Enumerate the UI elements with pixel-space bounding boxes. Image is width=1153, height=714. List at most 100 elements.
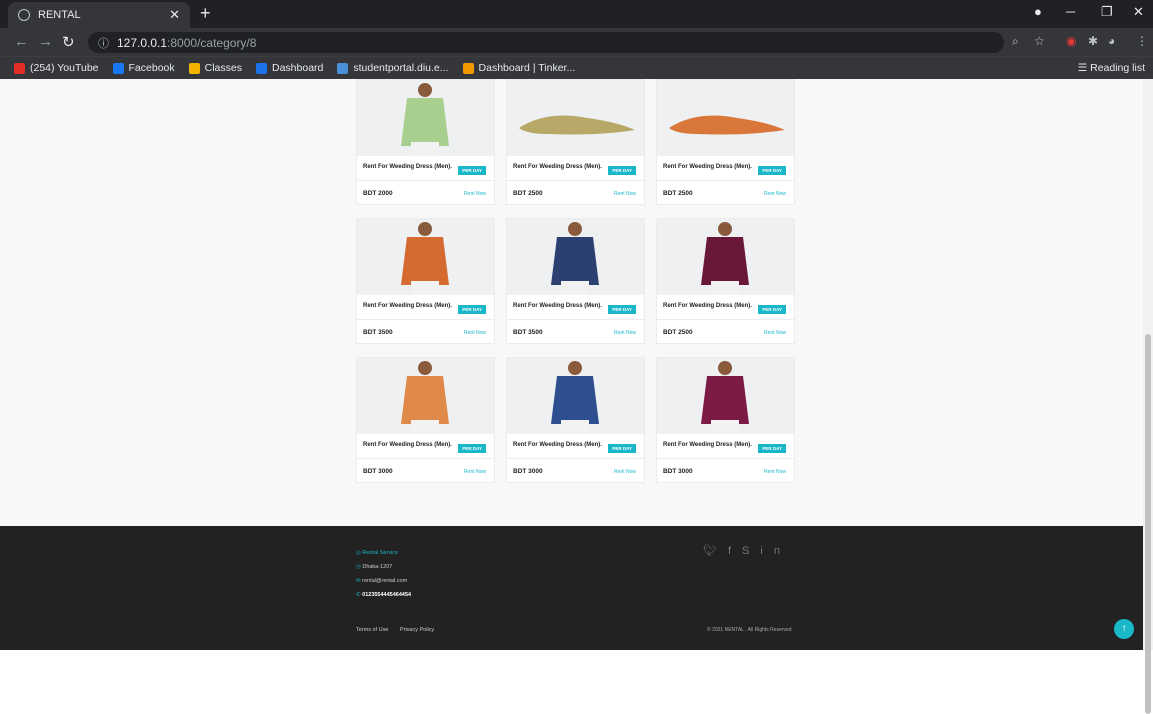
reading-list-button[interactable]: ☰ Reading list (1078, 62, 1145, 74)
footer-address: Dhaka-1207 (362, 564, 393, 570)
product-title[interactable]: Rent For Weeding Dress (Men). (513, 303, 605, 309)
extensions-icon[interactable]: ✱ (1088, 34, 1098, 48)
per-day-badge: PER DAY (758, 305, 786, 314)
product-title[interactable]: Rent For Weeding Dress (Men). (513, 442, 605, 448)
product-image[interactable] (357, 219, 494, 295)
bookmark-item[interactable]: studentportal.diu.e... (337, 62, 449, 74)
product-image[interactable] (357, 80, 494, 156)
linkedin-icon[interactable]: in (760, 545, 791, 557)
product-price: BDT 2500 (513, 190, 543, 197)
product-image[interactable] (657, 219, 794, 295)
reading-list-label: Reading list (1090, 62, 1145, 74)
product-title[interactable]: Rent For Weeding Dress (Men). (663, 164, 755, 170)
product-card[interactable]: Rent For Weeding Dress (Men). PER DAY BDT … (656, 79, 795, 205)
product-title[interactable]: Rent For Weeding Dress (Men). (663, 442, 755, 448)
product-title[interactable]: Rent For Weeding Dress (Men). (663, 303, 755, 309)
reload-icon[interactable]: ↻ (62, 33, 75, 51)
profile-menu-icon[interactable]: ● (1034, 4, 1042, 19)
rent-now-link[interactable]: Rent Now (614, 330, 636, 336)
product-card[interactable]: Rent For Weeding Dress (Men). PER DAY BDT … (506, 79, 645, 205)
product-price: BDT 2000 (363, 190, 393, 197)
per-day-badge: PER DAY (608, 305, 636, 314)
product-title[interactable]: Rent For Weeding Dress (Men). (363, 303, 455, 309)
rent-now-link[interactable]: Rent Now (764, 469, 786, 475)
site-info-icon[interactable]: ⓘ (98, 35, 109, 51)
product-card[interactable]: Rent For Weeding Dress (Men). PER DAY BDT … (506, 357, 645, 483)
product-card[interactable]: Rent For Weeding Dress (Men). PER DAY BDT … (656, 357, 795, 483)
product-price: BDT 2500 (663, 329, 693, 336)
product-title[interactable]: Rent For Weeding Dress (Men). (513, 164, 605, 170)
card-divider (507, 319, 644, 320)
rent-now-link[interactable]: Rent Now (764, 330, 786, 336)
product-title[interactable]: Rent For Weeding Dress (Men). (363, 164, 455, 170)
privacy-link[interactable]: Privacy Policy (400, 627, 434, 633)
menu-kebab-icon[interactable]: ⋮ (1136, 34, 1148, 48)
footer-email-row: ✉ rental@rental.com (356, 578, 408, 584)
bookmark-favicon-icon (188, 62, 200, 74)
bookmark-item[interactable]: Dashboard | Tinker... (462, 62, 575, 74)
product-image[interactable] (507, 358, 644, 434)
footer-phone: 0123554445464454 (362, 592, 412, 598)
close-tab-icon[interactable]: ✕ (169, 7, 180, 23)
zoom-icon[interactable]: ⌕ (1012, 34, 1019, 49)
scrollbar-thumb[interactable] (1145, 334, 1151, 714)
new-tab-button[interactable]: + (200, 3, 211, 24)
bookmark-star-icon[interactable]: ☆ (1034, 34, 1045, 48)
bookmark-label: (254) YouTube (30, 62, 99, 74)
footer-brand-link[interactable]: ◎ Rental Service (356, 546, 411, 560)
product-image[interactable] (507, 80, 644, 156)
product-card[interactable]: Rent For Weeding Dress (Men). PER DAY BDT … (356, 79, 495, 205)
product-price: BDT 3500 (513, 329, 543, 336)
per-day-badge: PER DAY (608, 166, 636, 175)
card-divider (507, 458, 644, 459)
minimize-button[interactable]: ─ (1066, 4, 1075, 19)
browser-tab[interactable]: RENTAL ✕ (8, 2, 190, 28)
footer-contact: ◎ Rental Service ◷ Dhaka-1207 ✉ rental@r… (356, 546, 411, 602)
product-card[interactable]: Rent For Weeding Dress (Men). PER DAY BDT … (656, 218, 795, 344)
forward-icon[interactable]: → (38, 33, 53, 50)
bookmark-favicon-icon (112, 62, 124, 74)
address-bar-row: ← → ↻ ⓘ 127.0.0.1 :8000/category/8 ⌕ ☆ ◉… (0, 28, 1153, 56)
site-footer: ◎ Rental Service ◷ Dhaka-1207 ✉ rental@r… (0, 526, 1143, 650)
rent-now-link[interactable]: Rent Now (764, 191, 786, 197)
copyright-text: © 2021 RENTAL . All Rights Reserved (707, 627, 792, 633)
social-links: 🐦︎fSin (703, 544, 791, 557)
bookmark-item[interactable]: Classes (188, 62, 242, 74)
rent-now-link[interactable]: Rent Now (464, 469, 486, 475)
rent-now-link[interactable]: Rent Now (464, 330, 486, 336)
back-to-top-button[interactable]: ↑ (1114, 619, 1134, 639)
twitter-icon[interactable]: 🐦︎ (703, 545, 728, 557)
product-card[interactable]: Rent For Weeding Dress (Men). PER DAY BDT … (356, 218, 495, 344)
bookmark-item[interactable]: Facebook (112, 62, 175, 74)
product-card[interactable]: Rent For Weeding Dress (Men). PER DAY BDT … (506, 218, 645, 344)
avatar[interactable]: ◕ (1108, 34, 1115, 48)
bookmarks-bar: (254) YouTube Facebook Classes Dashboard stu… (0, 56, 1153, 79)
rent-now-link[interactable]: Rent Now (614, 191, 636, 197)
browser-chrome: RENTAL ✕ + ● ─ ❐ ✕ ← → ↻ ⓘ 127.0.0.1 :80… (0, 0, 1153, 79)
back-icon[interactable]: ← (14, 33, 29, 50)
product-title[interactable]: Rent For Weeding Dress (Men). (363, 442, 455, 448)
url-path: :8000/category/8 (167, 35, 257, 50)
page-viewport: Rent For Weeding Dress (Men). PER DAY BDT … (0, 79, 1143, 650)
close-window-button[interactable]: ✕ (1133, 4, 1144, 20)
rent-now-link[interactable]: Rent Now (614, 469, 636, 475)
bookmark-item[interactable]: Dashboard (256, 62, 323, 74)
bookmark-favicon-icon (462, 62, 474, 74)
skype-icon[interactable]: S (742, 545, 760, 557)
url-input[interactable]: ⓘ 127.0.0.1 :8000/category/8 (88, 32, 1004, 53)
footer-phone-row: ✆ 0123554445464454 (356, 592, 412, 598)
terms-link[interactable]: Terms of Use (356, 627, 388, 633)
facebook-icon[interactable]: f (728, 545, 742, 557)
page-scrollbar[interactable] (1143, 79, 1153, 714)
per-day-badge: PER DAY (608, 444, 636, 453)
ublock-icon[interactable]: ◉ (1066, 34, 1076, 48)
footer-address-row: ◷ Dhaka-1207 (356, 564, 393, 570)
rent-now-link[interactable]: Rent Now (464, 191, 486, 197)
maximize-button[interactable]: ❐ (1101, 4, 1113, 20)
product-image[interactable] (657, 80, 794, 156)
product-image[interactable] (657, 358, 794, 434)
product-card[interactable]: Rent For Weeding Dress (Men). PER DAY BDT … (356, 357, 495, 483)
product-image[interactable] (357, 358, 494, 434)
product-image[interactable] (507, 219, 644, 295)
bookmark-item[interactable]: (254) YouTube (14, 62, 99, 74)
